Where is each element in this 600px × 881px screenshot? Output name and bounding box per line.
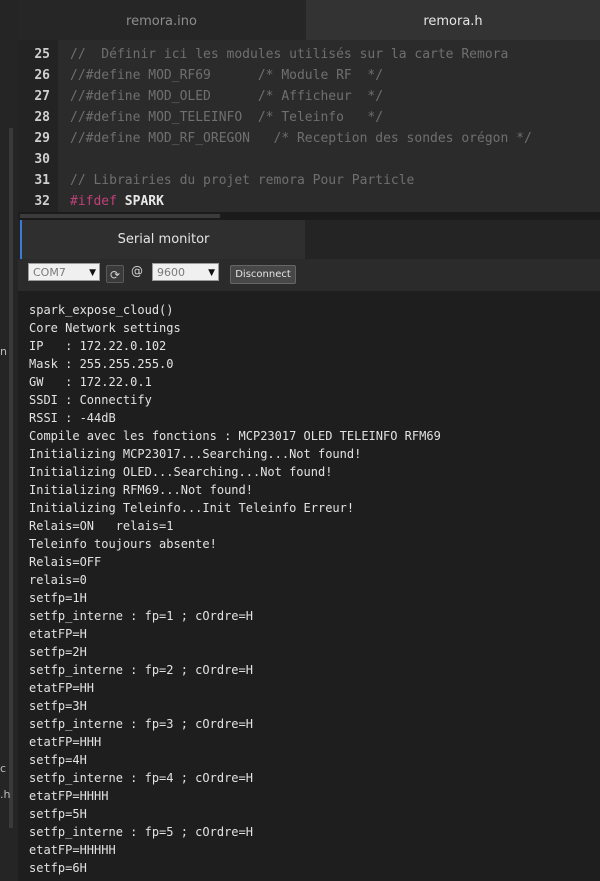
side-panel-strip: n c .h xyxy=(0,0,18,881)
line-number: 27 xyxy=(34,89,50,104)
port-select-value: COM7 xyxy=(33,266,66,279)
baud-select-value: 9600 xyxy=(157,266,185,279)
side-panel-scrollbar[interactable] xyxy=(9,128,13,828)
output-line: etatFP=HHHHH xyxy=(29,843,116,857)
side-panel-fragment: n xyxy=(0,345,7,358)
output-line: etatFP=H xyxy=(29,627,87,641)
output-line: Initializing OLED...Searching...Not foun… xyxy=(29,465,333,479)
output-line: spark_expose_cloud() xyxy=(29,303,174,317)
output-line: etatFP=HHH xyxy=(29,735,102,749)
serial-monitor-header: Serial monitor xyxy=(18,220,600,259)
scrollbar-thumb[interactable] xyxy=(20,214,220,218)
output-line: etatFP=HH xyxy=(29,681,95,695)
line-number: 29 xyxy=(34,131,50,146)
output-line: Relais=OFF xyxy=(29,555,102,569)
output-line: Compile avec les fonctions : MCP23017 OL… xyxy=(29,429,441,443)
serial-output[interactable]: spark_expose_cloud() Core Network setting… xyxy=(18,291,600,881)
output-line: setfp=2H xyxy=(29,645,87,659)
output-line: Initializing Teleinfo...Init Teleinfo Er… xyxy=(29,501,355,515)
output-line: setfp_interne : fp=3 ; cOrdre=H xyxy=(29,717,253,731)
code-text: #ifdef SPARK xyxy=(70,194,164,209)
editor-horizontal-scrollbar[interactable] xyxy=(20,212,600,220)
line-number: 30 xyxy=(34,152,50,167)
disconnect-button[interactable]: Disconnect xyxy=(230,265,296,284)
line-number: 25 xyxy=(34,47,50,62)
line-number: 31 xyxy=(34,173,50,188)
output-line: setfp_interne : fp=4 ; cOrdre=H xyxy=(29,771,253,785)
code-text: //#define MOD_TELEINFO /* Teleinfo */ xyxy=(70,110,384,125)
output-line: GW : 172.22.0.1 xyxy=(29,375,152,389)
output-line: Relais=ON relais=1 xyxy=(29,519,174,533)
code-text: //#define MOD_RF69 /* Module RF */ xyxy=(70,68,384,83)
editor-tab-bar: remora.ino remora.h xyxy=(18,0,600,40)
code-text: //#define MOD_OLED /* Afficheur */ xyxy=(70,89,384,104)
output-line: IP : 172.22.0.102 xyxy=(29,339,167,353)
output-line: setfp=4H xyxy=(29,753,87,767)
chevron-down-icon: ▼ xyxy=(208,268,215,278)
output-line: setfp=1H xyxy=(29,591,87,605)
tab-remora-h[interactable]: remora.h xyxy=(306,0,600,40)
output-line: Core Network settings xyxy=(29,321,181,335)
output-line: setfp_interne : fp=2 ; cOrdre=H xyxy=(29,663,253,677)
output-line: Initializing RFM69...Not found! xyxy=(29,483,253,497)
output-line: Teleinfo toujours absente! xyxy=(29,537,217,551)
tab-remora-ino[interactable]: remora.ino xyxy=(18,0,305,40)
code-editor[interactable]: 25 // Définir ici les modules utilisés su… xyxy=(18,40,600,212)
at-label: @ xyxy=(131,264,143,278)
serial-toolbar: COM7 ▼ ⟳ @ 9600 ▼ Disconnect xyxy=(18,259,600,291)
output-line: setfp_interne : fp=1 ; cOrdre=H xyxy=(29,609,253,623)
chevron-down-icon: ▼ xyxy=(89,268,96,278)
output-line: relais=0 xyxy=(29,573,87,587)
code-text: // Librairies du projet remora Pour Part… xyxy=(70,173,415,188)
output-line: setfp=6H xyxy=(29,861,87,875)
output-line: Initializing MCP23017...Searching...Not … xyxy=(29,447,362,461)
output-line: SSDI : Connectify xyxy=(29,393,152,407)
tab-serial-monitor[interactable]: Serial monitor xyxy=(20,220,305,259)
output-line: etatFP=HHHH xyxy=(29,789,109,803)
line-number: 26 xyxy=(34,68,50,83)
side-panel-fragment: c xyxy=(0,762,7,775)
port-select[interactable]: COM7 ▼ xyxy=(28,263,100,281)
output-line: Mask : 255.255.255.0 xyxy=(29,357,174,371)
refresh-icon[interactable]: ⟳ xyxy=(106,265,124,283)
baud-select[interactable]: 9600 ▼ xyxy=(152,263,219,281)
output-line: setfp_interne : fp=5 ; cOrdre=H xyxy=(29,825,253,839)
output-line: setfp=3H xyxy=(29,699,87,713)
line-number: 32 xyxy=(34,194,50,209)
code-text: //#define MOD_RF_OREGON /* Reception des… xyxy=(70,131,532,146)
line-number: 28 xyxy=(34,110,50,125)
output-line: setfp=5H xyxy=(29,807,87,821)
output-line: RSSI : -44dB xyxy=(29,411,116,425)
code-text: // Définir ici les modules utilisés sur … xyxy=(70,47,509,62)
side-panel-fragment: .h xyxy=(0,788,11,801)
